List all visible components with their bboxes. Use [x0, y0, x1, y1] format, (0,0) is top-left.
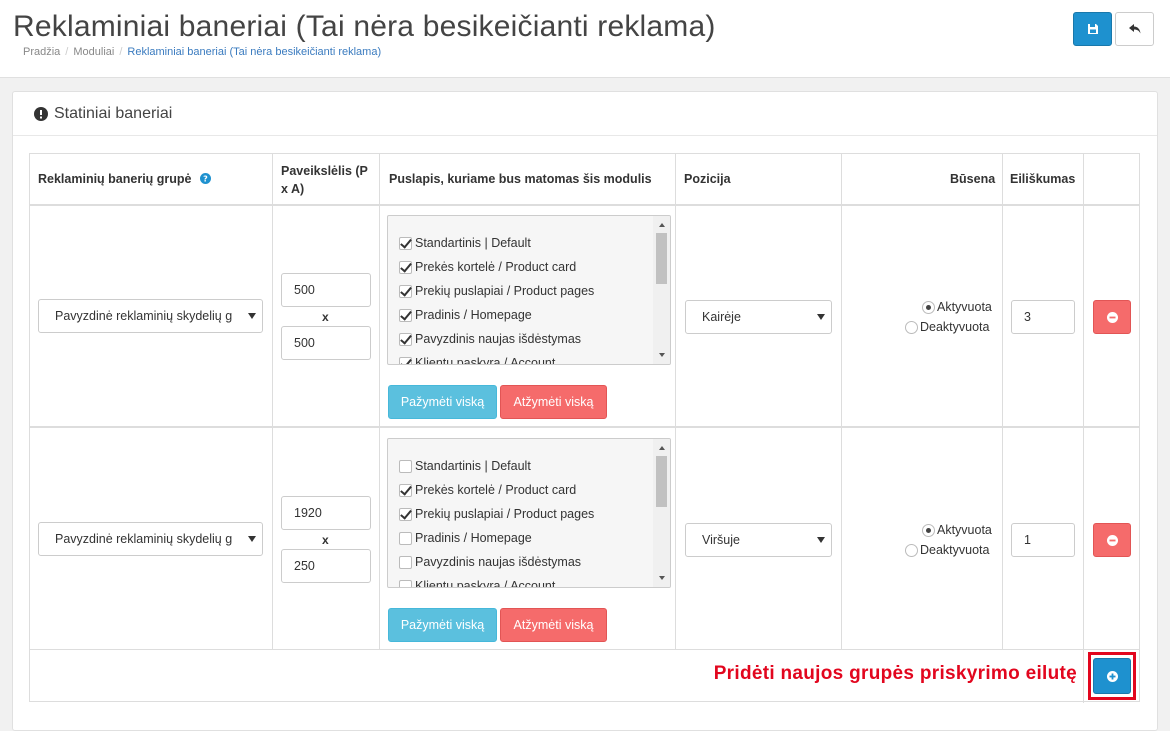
image-width-input[interactable]: 500 — [281, 273, 371, 307]
minus-circle-icon — [1106, 534, 1118, 546]
checkbox[interactable] — [399, 236, 412, 250]
checkbox[interactable] — [399, 260, 412, 274]
panel-title: Statiniai baneriai — [54, 105, 173, 122]
page-header: Reklaminiai baneriai (Tai nėra besikeiči… — [0, 0, 1170, 78]
question-circle-icon[interactable]: ? — [200, 173, 211, 184]
save-button[interactable] — [1073, 12, 1112, 46]
reply-arrow-icon — [1128, 24, 1140, 34]
column-header-order: Eiliškumas — [1010, 172, 1076, 186]
checkbox[interactable] — [399, 308, 412, 322]
group-select[interactable]: Pavyzdinė reklaminių skydelių g — [38, 299, 263, 333]
list-item[interactable]: Prekės kortelė / Product card — [399, 483, 576, 497]
add-row-button[interactable] — [1093, 658, 1131, 694]
chevron-down-icon — [248, 313, 256, 319]
checkbox[interactable] — [399, 459, 412, 473]
list-item[interactable]: Standartinis | Default — [399, 236, 531, 250]
list-item[interactable]: Klientų paskyra / Account — [399, 579, 555, 587]
list-item[interactable]: Pradinis / Homepage — [399, 531, 532, 545]
list-item[interactable]: Pavyzdinis naujas išdėstymas — [399, 555, 581, 569]
list-item[interactable]: Prekių puslapiai / Product pages — [399, 507, 594, 521]
panel-heading: Statiniai baneriai — [13, 92, 1157, 136]
breadcrumb-current[interactable]: Reklaminiai baneriai (Tai nėra besikeiči… — [127, 46, 381, 58]
floppy-disk-icon — [1087, 24, 1098, 34]
column-header-position: Pozicija — [684, 172, 731, 186]
exclamation-circle-icon — [34, 107, 48, 121]
scroll-up-icon[interactable] — [659, 446, 665, 450]
list-item[interactable]: Prekės kortelė / Product card — [399, 260, 576, 274]
banners-table: Reklaminių banerių grupė ? Paveikslėlis … — [29, 153, 1140, 703]
select-all-button[interactable]: Pažymėti viską — [388, 385, 497, 419]
radio[interactable] — [905, 543, 918, 557]
checkbox[interactable] — [399, 356, 412, 364]
scroll-up-icon[interactable] — [659, 223, 665, 227]
image-width-input[interactable]: 1920 — [281, 496, 371, 530]
list-item[interactable]: Pavyzdinis naujas išdėstymas — [399, 332, 581, 346]
times-sign: x — [322, 533, 329, 547]
back-button[interactable] — [1115, 12, 1154, 46]
radio[interactable] — [922, 523, 935, 537]
scrollbar-thumb[interactable] — [656, 233, 667, 284]
checkbox[interactable] — [399, 507, 412, 521]
scrollbar[interactable] — [653, 216, 670, 364]
list-item[interactable]: Prekių puslapiai / Product pages — [399, 284, 594, 298]
page-listbox[interactable]: Standartinis | Default Prekės kortelė / … — [387, 438, 671, 588]
checkbox[interactable] — [399, 555, 412, 569]
list-item[interactable]: Pradinis / Homepage — [399, 308, 532, 322]
scrollbar-thumb[interactable] — [656, 456, 667, 507]
plus-circle-icon — [1106, 670, 1118, 682]
status-inactive-radio[interactable]: Deaktyvuota — [905, 320, 989, 334]
page-listbox[interactable]: Standartinis | Default Prekės kortelė / … — [387, 215, 671, 365]
breadcrumb: Pradžia / Moduliai / Reklaminiai baneriai (T… — [23, 46, 382, 58]
checkbox[interactable] — [399, 284, 412, 298]
checkbox[interactable] — [399, 483, 412, 497]
svg-text:?: ? — [203, 175, 208, 184]
radio[interactable] — [922, 300, 935, 314]
column-header-page: Puslapis, kuriame bus matomas šis moduli… — [389, 172, 652, 186]
list-item[interactable]: Standartinis | Default — [399, 459, 531, 473]
minus-circle-icon — [1106, 311, 1118, 323]
scrollbar[interactable] — [653, 439, 670, 587]
position-select[interactable]: Viršuje — [685, 523, 832, 557]
remove-row-button[interactable] — [1093, 523, 1131, 557]
remove-row-button[interactable] — [1093, 300, 1131, 334]
column-header-group: Reklaminių banerių grupė ? — [38, 170, 211, 188]
image-height-input[interactable]: 500 — [281, 326, 371, 360]
scroll-down-icon[interactable] — [659, 576, 665, 580]
select-all-button[interactable]: Pažymėti viską — [388, 608, 497, 642]
checkbox[interactable] — [399, 579, 412, 587]
breadcrumb-home[interactable]: Pradžia — [23, 46, 60, 58]
static-banners-panel: Statiniai baneriai Reklaminių banerių gr… — [12, 91, 1158, 731]
scroll-down-icon[interactable] — [659, 353, 665, 357]
checkbox[interactable] — [399, 531, 412, 545]
status-active-radio[interactable]: Aktyvuota — [922, 300, 992, 314]
image-height-input[interactable]: 250 — [281, 549, 371, 583]
unselect-all-button[interactable]: Atžymėti viską — [500, 385, 607, 419]
position-select[interactable]: Kairėje — [685, 300, 832, 334]
column-header-status: Būsena — [950, 172, 996, 186]
add-row-annotation: Pridėti naujos grupės priskyrimo eilutę — [713, 663, 1077, 684]
status-active-radio[interactable]: Aktyvuota — [922, 523, 992, 537]
status-inactive-radio[interactable]: Deaktyvuota — [905, 543, 989, 557]
chevron-down-icon — [817, 314, 825, 320]
chevron-down-icon — [817, 537, 825, 543]
column-header-image: Paveikslėlis (P x A) — [281, 164, 368, 196]
checkbox[interactable] — [399, 332, 412, 346]
order-input[interactable]: 3 — [1011, 300, 1075, 334]
chevron-down-icon — [248, 536, 256, 542]
unselect-all-button[interactable]: Atžymėti viską — [500, 608, 607, 642]
order-input[interactable]: 1 — [1011, 523, 1075, 557]
radio[interactable] — [905, 320, 918, 334]
group-select[interactable]: Pavyzdinė reklaminių skydelių g — [38, 522, 263, 556]
list-item[interactable]: Klientų paskyra / Account — [399, 356, 555, 364]
times-sign: x — [322, 310, 329, 324]
breadcrumb-modules[interactable]: Moduliai — [73, 46, 114, 58]
page-title: Reklaminiai baneriai (Tai nėra besikeiči… — [13, 10, 716, 43]
